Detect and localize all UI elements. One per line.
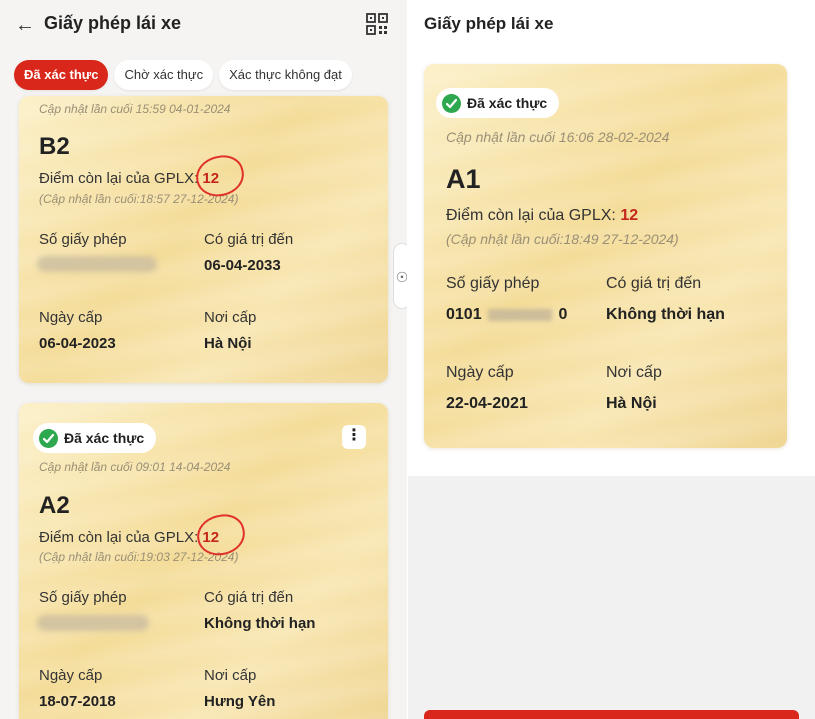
badge-label: Đã xác thực [64, 430, 145, 446]
license-no-suffix: 0 [558, 306, 568, 323]
license-card-a2[interactable]: Đã xác thực ⋮ Cập nhật lần cuối 09:01 14… [19, 403, 388, 719]
remaining-points: Điểm còn lại của GPLX: 12 [446, 207, 638, 225]
tab-pending[interactable]: Chờ xác thực [114, 60, 214, 90]
valid-until-label: Có giá trị đến [606, 275, 702, 292]
page-title: Giấy phép lái xe [424, 14, 554, 33]
valid-until-value: Không thời hạn [204, 615, 316, 632]
page-title: Giấy phép lái xe [44, 13, 182, 33]
status-tabs: Đã xác thực Chờ xác thực Xác thực không … [14, 60, 352, 90]
valid-until-label: Có giá trị đến [204, 231, 294, 248]
verified-badge: Đã xác thực [33, 423, 157, 453]
last-updated: Cập nhật lần cuối 09:01 14-04-2024 [39, 460, 231, 474]
last-updated: Cập nhật lần cuối 15:59 04-01-2024 [39, 102, 231, 116]
more-vertical-icon[interactable]: ⋮ [342, 425, 366, 449]
last-updated: Cập nhật lần cuối 16:06 28-02-2024 [446, 129, 670, 145]
accessibility-icon[interactable]: ☉ [393, 243, 407, 309]
license-no-value: 0101 0 [446, 306, 567, 324]
valid-until-label: Có giá trị đến [204, 589, 294, 606]
valid-until-value: Không thời hạn [606, 306, 725, 323]
license-no-label: Số giấy phép [39, 231, 127, 248]
top-bar: ← Giấy phép lái xe [0, 0, 407, 52]
empty-area [408, 476, 815, 719]
check-circle-icon [39, 428, 58, 448]
redacted-license-no [37, 256, 157, 272]
qr-scan-icon[interactable] [366, 13, 388, 35]
issue-date-label: Ngày cấp [39, 667, 103, 684]
verified-badge: Đã xác thực [436, 88, 560, 118]
points-last-updated: (Cập nhật lần cuối:18:49 27-12-2024) [446, 231, 679, 247]
license-card-b2[interactable]: Cập nhật lần cuối 15:59 04-01-2024 B2 Đi… [19, 96, 388, 383]
tab-verified[interactable]: Đã xác thực [14, 60, 109, 90]
tab-failed[interactable]: Xác thực không đạt [219, 60, 352, 90]
license-class: A1 [446, 164, 481, 194]
issue-place-label: Nơi cấp [606, 364, 662, 381]
remaining-points: Điểm còn lại của GPLX: 12 [39, 170, 219, 187]
points-label: Điểm còn lại của GPLX: [446, 207, 616, 224]
back-arrow-icon[interactable]: ← [15, 12, 39, 38]
issue-place-value: Hà Nội [606, 395, 657, 412]
remaining-points: Điểm còn lại của GPLX: 12 [39, 529, 219, 546]
points-value: 12 [620, 207, 639, 224]
license-no-prefix: 0101 [446, 306, 482, 323]
issue-date-value: 22-04-2021 [446, 395, 528, 412]
badge-label: Đã xác thực [467, 95, 548, 111]
redacted-digits [488, 308, 553, 321]
license-class: B2 [39, 133, 70, 160]
primary-action-button[interactable] [424, 710, 799, 719]
right-screen: Giấy phép lái xe Đã xác thực Cập nhật lầ… [408, 0, 815, 719]
check-circle-icon [442, 93, 461, 113]
issue-date-value: 18-07-2018 [39, 693, 116, 710]
issue-place-label: Nơi cấp [204, 309, 257, 326]
issue-date-label: Ngày cấp [39, 309, 103, 326]
points-label: Điểm còn lại của GPLX: [39, 170, 199, 187]
license-class: A2 [39, 492, 70, 519]
license-no-label: Số giấy phép [446, 275, 540, 292]
issue-date-label: Ngày cấp [446, 364, 514, 381]
redacted-license-no [37, 615, 149, 631]
license-card-a1[interactable]: Đã xác thực Cập nhật lần cuối 16:06 28-0… [424, 64, 787, 448]
left-screen: ← Giấy phép lái xe Đã xác thực Chờ xác t… [0, 0, 407, 719]
license-no-label: Số giấy phép [39, 589, 127, 606]
issue-place-label: Nơi cấp [204, 667, 257, 684]
valid-until-value: 06-04-2033 [204, 257, 281, 274]
issue-date-value: 06-04-2023 [39, 335, 116, 352]
issue-place-value: Hà Nội [204, 335, 252, 352]
points-label: Điểm còn lại của GPLX: [39, 529, 199, 546]
issue-place-value: Hưng Yên [204, 693, 276, 710]
